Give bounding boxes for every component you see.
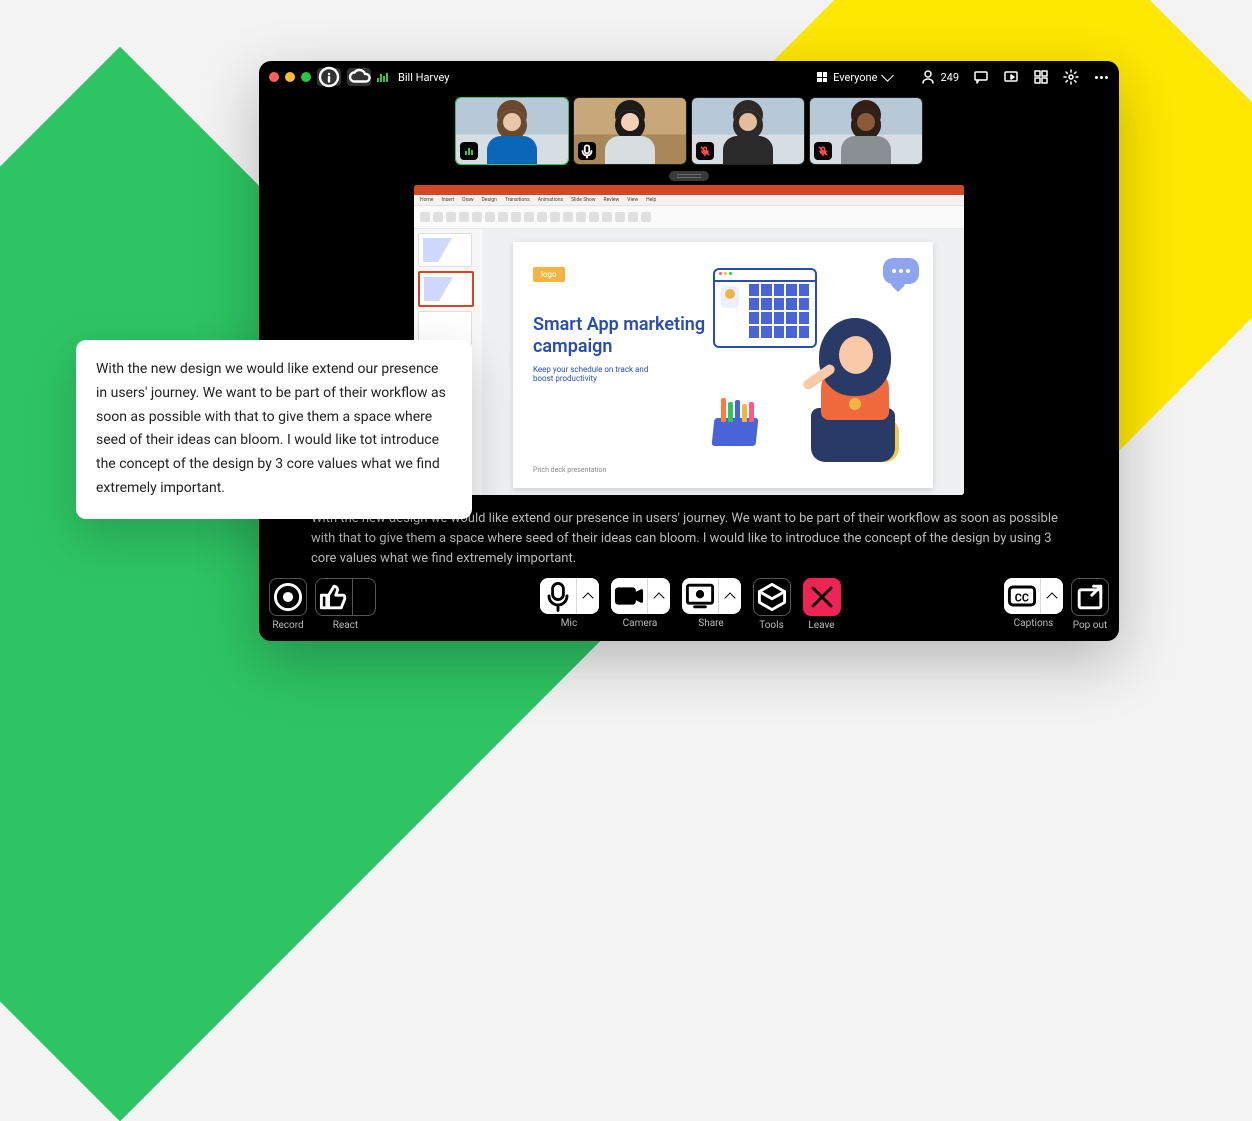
slide-illustration: [713, 258, 923, 468]
shared-screen: Home Insert Draw Design Transitions Animation…: [414, 185, 964, 495]
slide-logo: logo: [533, 267, 565, 282]
pencils-illustration: [719, 396, 757, 422]
audio-level-icon: [578, 142, 596, 160]
mic-label: Mic: [561, 618, 577, 629]
close-window-button[interactable]: [269, 72, 279, 82]
tools-label: Tools: [759, 620, 783, 631]
more-icon[interactable]: [1093, 69, 1109, 85]
record-button[interactable]: [269, 578, 307, 616]
svg-text:CC: CC: [1015, 591, 1029, 604]
ppt-ribbon: [414, 206, 964, 229]
participant-strip: [259, 97, 1119, 165]
slide-thumb[interactable]: [418, 271, 474, 307]
slide-canvas-area: logo Smart App marketingcampaign Keep yo…: [482, 229, 964, 495]
grid-icon: [817, 72, 827, 82]
camera-label: Camera: [623, 618, 658, 629]
current-user: Bill Harvey: [398, 71, 450, 84]
presentation-icon[interactable]: [1003, 69, 1019, 85]
participant-tile[interactable]: [455, 97, 569, 165]
window-controls: [269, 72, 311, 82]
share-button[interactable]: [682, 578, 741, 614]
audio-level-icon: [377, 73, 388, 82]
popout-button[interactable]: [1071, 578, 1109, 616]
audio-level-icon: [460, 142, 478, 160]
react-label: React: [333, 620, 358, 631]
leave-label: Leave: [808, 620, 834, 631]
info-icon[interactable]: [317, 68, 341, 86]
ppt-body: logo Smart App marketingcampaign Keep yo…: [414, 229, 964, 495]
captions-label: Captions: [1014, 618, 1054, 629]
mic-button[interactable]: [540, 578, 599, 614]
ppt-tab: View: [627, 197, 638, 203]
cloud-icon[interactable]: [347, 68, 371, 86]
captions-button[interactable]: CC: [1004, 578, 1063, 614]
ppt-tab: Insert: [441, 197, 454, 203]
speech-bubble-illustration: [883, 258, 919, 284]
slide: logo Smart App marketingcampaign Keep yo…: [513, 242, 933, 488]
layout-label: Everyone: [833, 71, 877, 84]
ppt-tab: Draw: [462, 197, 473, 203]
transcription-overlay-card: With the new design we would like extend…: [76, 340, 472, 519]
ppt-tabs: Home Insert Draw Design Transitions Animation…: [414, 195, 964, 206]
participant-tile[interactable]: [691, 97, 805, 165]
participant-tile[interactable]: [573, 97, 687, 165]
ppt-titlebar: [414, 185, 964, 195]
chevron-down-icon: [882, 69, 895, 82]
participants-button[interactable]: 249: [920, 69, 959, 85]
camera-button[interactable]: [611, 578, 670, 614]
drag-handle[interactable]: [669, 171, 709, 181]
apps-icon[interactable]: [1033, 69, 1049, 85]
ppt-tab: Transitions: [505, 197, 530, 203]
ppt-tab: Help: [646, 197, 656, 203]
participant-count: 249: [940, 71, 959, 84]
ppt-tab: Animations: [538, 197, 563, 203]
settings-icon[interactable]: [1063, 69, 1079, 85]
participant-tile[interactable]: [809, 97, 923, 165]
layout-selector[interactable]: Everyone: [817, 71, 892, 84]
header-actions: 249: [920, 69, 1109, 85]
tools-button[interactable]: [753, 578, 791, 616]
mic-muted-icon: [696, 142, 714, 160]
cup-illustration: [712, 418, 759, 446]
woman-illustration: [789, 312, 899, 462]
minimize-window-button[interactable]: [285, 72, 295, 82]
ppt-tab: Review: [604, 197, 620, 203]
window-titlebar: Bill Harvey Everyone 249: [259, 61, 1119, 93]
slide-thumb[interactable]: [418, 233, 472, 267]
react-button[interactable]: [315, 578, 376, 616]
record-label: Record: [272, 620, 303, 631]
ppt-tab: Design: [482, 197, 497, 203]
leave-button[interactable]: [803, 578, 841, 616]
call-toolbar: Record React Mic: [259, 578, 1119, 631]
chat-icon[interactable]: [973, 69, 989, 85]
slide-subtitle: Keep your schedule on track and boost pr…: [533, 365, 663, 383]
maximize-window-button[interactable]: [301, 72, 311, 82]
slide-footer: Pitch deck presentation: [533, 466, 606, 474]
ppt-tab: Home: [420, 197, 433, 203]
ppt-tab: Slide Show: [571, 197, 595, 203]
mic-muted-icon: [814, 142, 832, 160]
share-label: Share: [698, 618, 723, 629]
popout-label: Pop out: [1073, 620, 1108, 631]
